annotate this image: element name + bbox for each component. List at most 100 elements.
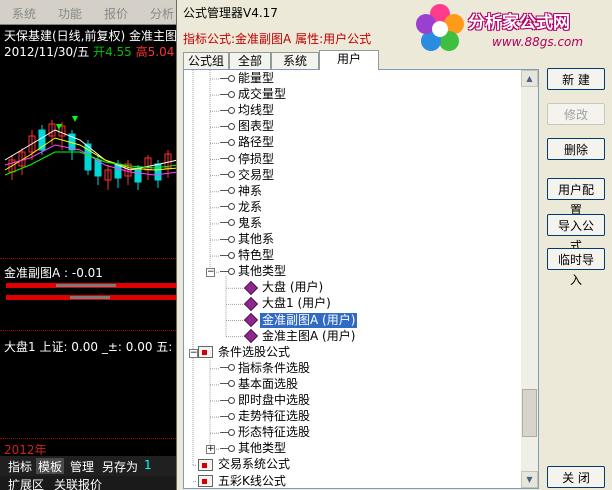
key-icon (220, 395, 235, 407)
tree-node[interactable]: 指标条件选股 (220, 361, 312, 376)
tree-node-label: 交易型 (238, 167, 275, 182)
tab-system[interactable]: 系统 (271, 52, 319, 69)
formula-gem-icon (243, 280, 259, 295)
menu-system[interactable]: 系统 (12, 5, 36, 22)
tree-node[interactable]: 神系 (220, 184, 264, 199)
tree-node-label: 基本面选股 (238, 376, 299, 391)
tab-linked-quote[interactable]: 关联报价 (52, 476, 104, 490)
tab-page-number[interactable]: 1 (142, 458, 154, 474)
tree-node[interactable]: 形态特征选股 (220, 425, 312, 440)
tab-user[interactable]: 用户 (319, 50, 379, 70)
tree-node[interactable]: 停损型 (220, 152, 276, 167)
dialog-title: 公式管理器V4.17 (183, 6, 278, 20)
tree-node[interactable]: 其他类型 (220, 264, 288, 279)
formula-gem-icon (243, 312, 259, 328)
tree-node[interactable]: 均线型 (220, 103, 276, 118)
tab-all[interactable]: 全部 (229, 52, 271, 69)
tree-node-label: 金准主图A (用户) (262, 328, 356, 343)
tree-node-label: 指标条件选股 (238, 360, 311, 375)
tree-vertical-scrollbar[interactable]: ▲ ▼ (521, 70, 538, 488)
tree-node-label: 能量型 (238, 71, 275, 85)
formula-info: 指标公式:金准副图A 属性:用户公式 (183, 32, 372, 46)
tree-node[interactable]: 金准副图A (用户) (243, 312, 358, 328)
menu-quote[interactable]: 报价 (104, 5, 128, 22)
key-icon (220, 89, 235, 101)
tree-node-label: 龙系 (238, 199, 263, 214)
tree-node[interactable]: 条件选股公式 (198, 345, 292, 360)
tree-node-label: 其他系 (238, 232, 275, 246)
scroll-up-arrow-icon[interactable]: ▲ (521, 70, 538, 87)
tree-node[interactable]: 路径型 (220, 135, 276, 150)
chart-divider-3 (0, 438, 180, 439)
tree-node[interactable]: 成交量型 (220, 87, 288, 102)
tab-formula-group[interactable]: 公式组 (183, 52, 229, 69)
tab-template[interactable]: 模板 (36, 458, 65, 474)
key-icon (220, 443, 235, 455)
collapse-icon[interactable]: − (189, 348, 198, 358)
key-icon (220, 266, 235, 278)
tree-node-label: 其他类型 (238, 264, 287, 279)
menu-analysis[interactable]: 分析 (150, 5, 174, 22)
tree-node-label: 图表型 (238, 119, 275, 134)
tree-node[interactable]: 龙系 (220, 200, 264, 215)
stock-title: 天保基建(日线,前复权) 金准主图 (4, 29, 177, 43)
tab-expand-area[interactable]: 扩展区 (6, 476, 46, 490)
menu-function[interactable]: 功能 (58, 5, 82, 22)
key-icon (220, 185, 235, 197)
tree-node-label: 停损型 (238, 151, 275, 166)
candlestick-chart (4, 116, 179, 190)
tree-node-label: 即时盘中选股 (238, 393, 311, 407)
logo-url: www.88gs.com (492, 35, 584, 49)
key-icon (220, 250, 235, 262)
tab-indicator[interactable]: 指标 (6, 458, 34, 474)
collapse-icon[interactable]: − (206, 268, 215, 278)
import-formula-button[interactable]: 导入公式 (547, 214, 605, 253)
tree-node[interactable]: 金准主图A (用户) (243, 328, 357, 344)
tree-node-label: 五彩K线公式 (218, 473, 286, 488)
tree-node[interactable]: 其他系 (220, 232, 276, 247)
delete-button[interactable]: 删除 (547, 138, 605, 160)
tree-node[interactable]: 大盘1 (用户) (243, 296, 333, 311)
tree-node-label: 鬼系 (238, 215, 263, 230)
tree-node-label: 均线型 (238, 103, 275, 118)
formula-manager-dialog: 公式管理器V4.17 指标公式:金准副图A 属性:用户公式 公式组 全部 系统 … (176, 0, 612, 490)
indicator-bar-1-grey (56, 284, 116, 287)
new-button[interactable]: 新 建 (547, 68, 605, 90)
watermark-logo: 分析家公式网 www.88gs.com (408, 0, 612, 58)
scroll-down-arrow-icon[interactable]: ▼ (521, 471, 538, 488)
tree-node-label: 神系 (238, 183, 263, 198)
dapan-line: 大盘1 上证: 0.00 _±: 0.00 五: (4, 340, 173, 354)
formula-tree[interactable]: 能量型 成交量型 均线型 图表型 路径型 停损型 交易型 神系 龙系 鬼系 其他系 特色型 其他类型 − 大… (183, 69, 539, 489)
user-config-button[interactable]: 用户配置 (547, 178, 605, 217)
expand-icon[interactable]: + (206, 445, 215, 455)
tree-node[interactable]: 即时盘中选股 (220, 393, 312, 408)
flower-logo-icon (416, 4, 464, 51)
tree-node[interactable]: 鬼系 (220, 216, 264, 231)
tree-node[interactable]: 图表型 (220, 119, 276, 134)
tree-node[interactable]: 特色型 (220, 248, 276, 263)
temp-import-button[interactable]: 临时导入 (547, 248, 605, 287)
tree-node[interactable]: 大盘 (用户) (243, 280, 325, 295)
scroll-thumb[interactable] (522, 389, 537, 438)
tree-node[interactable]: 能量型 (220, 71, 276, 86)
key-icon (220, 73, 235, 85)
tab-manage[interactable]: 管理 (68, 458, 96, 474)
tree-node[interactable]: 基本面选股 (220, 377, 300, 392)
tree-node[interactable]: 交易型 (220, 168, 276, 183)
tab-save-as[interactable]: 另存为 (100, 458, 140, 474)
tree-node[interactable]: 走势特征选股 (220, 409, 312, 424)
tree-node-label: 交易系统公式 (218, 457, 291, 472)
key-icon (220, 217, 235, 229)
tree-node[interactable]: 交易系统公式 (198, 457, 292, 472)
key-icon (220, 121, 235, 133)
modify-button[interactable]: 修改 (547, 103, 605, 125)
formula-tree-content: 能量型 成交量型 均线型 图表型 路径型 停损型 交易型 神系 龙系 鬼系 其他系 特色型 其他类型 − 大… (184, 70, 521, 488)
tree-node-label: 特色型 (238, 248, 275, 263)
logo-text: 分析家公式网 (468, 13, 570, 33)
close-button[interactable]: 关 闭 (547, 466, 605, 488)
tree-node[interactable]: 五彩K线公式 (198, 474, 288, 489)
key-icon (220, 105, 235, 117)
tree-node[interactable]: 其他类型 (220, 441, 288, 456)
indicator-bar-2-grey (70, 296, 110, 299)
tree-node-label: 大盘1 (用户) (262, 296, 331, 311)
